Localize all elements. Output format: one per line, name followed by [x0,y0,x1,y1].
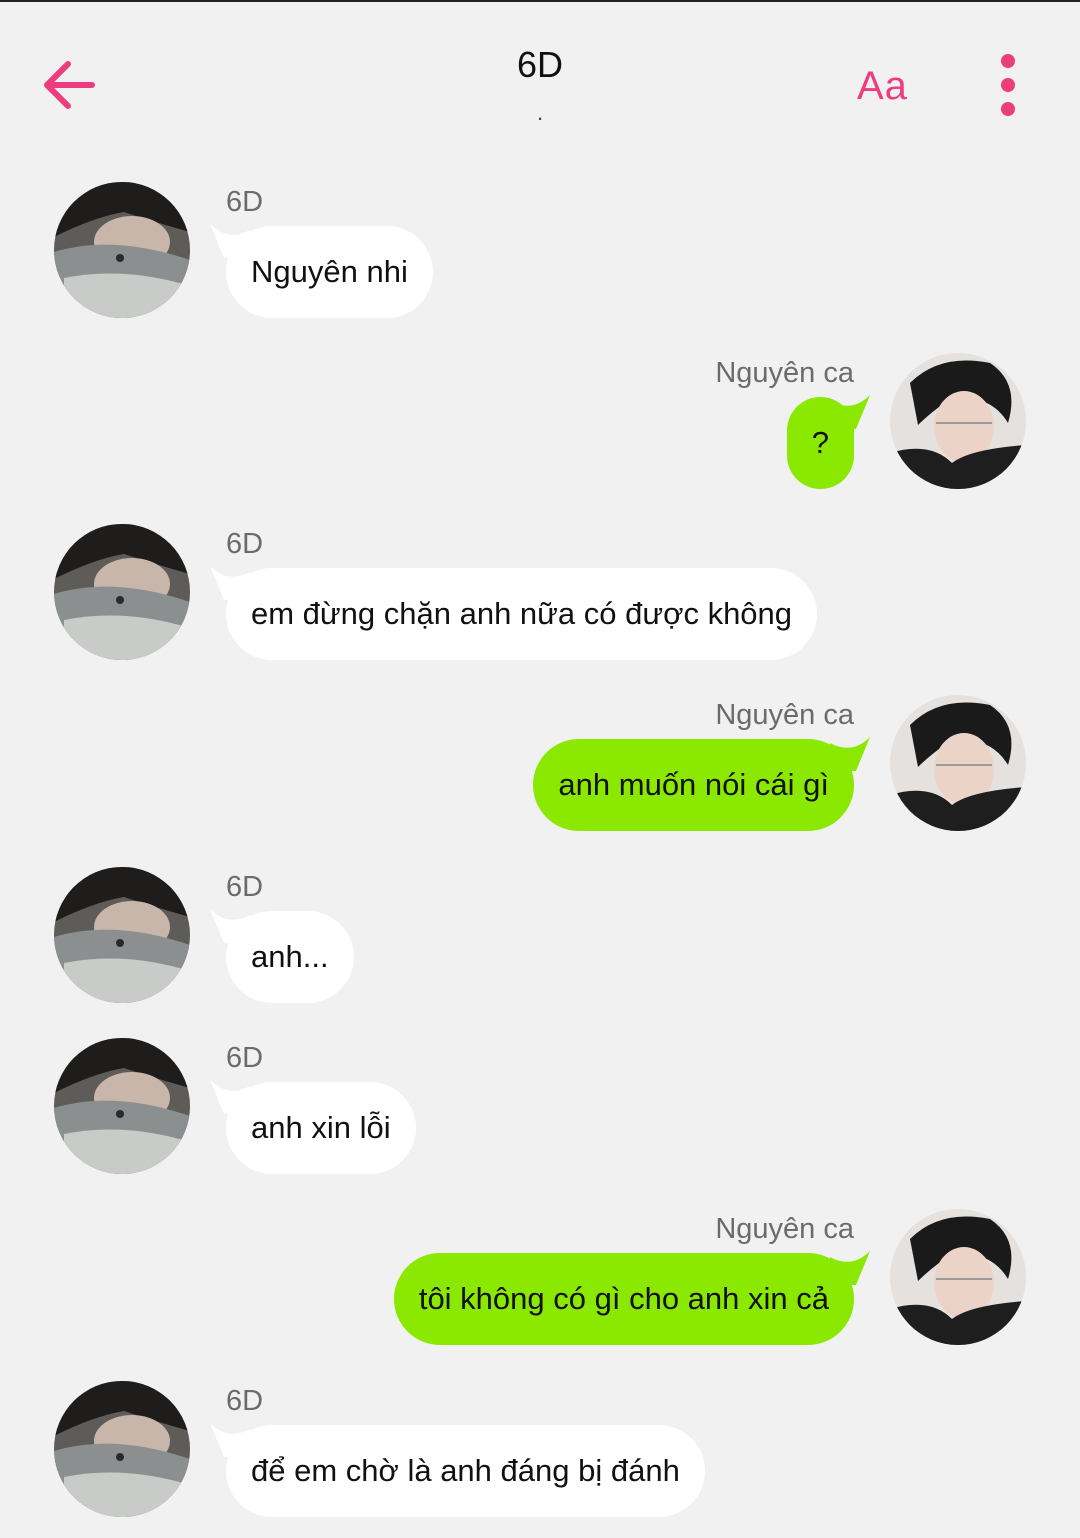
avatar-6d[interactable] [54,524,190,660]
message-bubble[interactable]: anh muốn nói cái gì [533,739,854,831]
chat-header: 6D . Aa [0,0,1080,140]
sender-name: 6D [226,186,264,218]
avatar-6d[interactable] [54,1038,190,1174]
avatar-nguyen-ca[interactable] [890,1209,1026,1345]
sender-name: 6D [226,528,264,560]
message-bubble[interactable]: ? [786,397,854,489]
message-bubble[interactable]: Nguyên nhi [226,226,433,318]
avatar-nguyen-ca[interactable] [890,695,1026,831]
more-options-icon[interactable] [994,52,1022,118]
avatar-nguyen-ca[interactable] [890,353,1026,489]
sender-name: Nguyên ca [715,699,854,731]
sender-name: 6D [226,871,264,903]
message-bubble[interactable]: anh xin lỗi [226,1082,416,1174]
avatar-6d[interactable] [54,182,190,318]
chat-title: 6D [516,44,564,85]
message-bubble[interactable]: anh... [226,911,354,1003]
sender-name: Nguyên ca [715,357,854,389]
avatar-6d[interactable] [54,867,190,1003]
font-size-button[interactable]: Aa [857,64,908,109]
sender-name: Nguyên ca [715,1213,854,1245]
avatar-6d[interactable] [54,1381,190,1517]
message-bubble[interactable]: tôi không có gì cho anh xin cả [393,1253,854,1345]
chat-subtitle: . [536,100,544,125]
sender-name: 6D [226,1042,264,1074]
message-bubble[interactable]: em đừng chặn anh nữa có được không [226,568,818,660]
message-bubble[interactable]: để em chờ là anh đáng bị đánh [226,1425,705,1517]
sender-name: 6D [226,1385,264,1417]
